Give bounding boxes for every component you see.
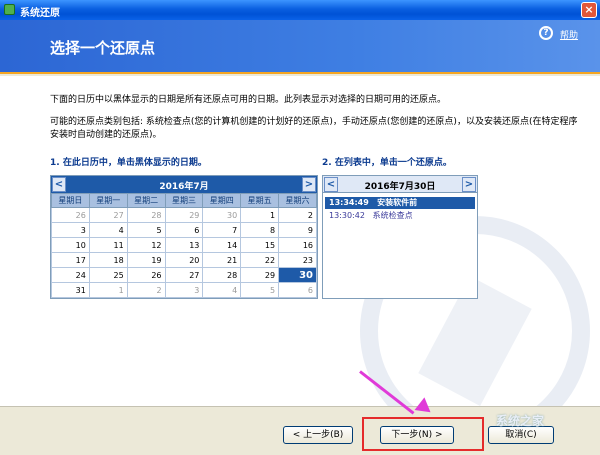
calendar-day[interactable]: 27: [88, 207, 128, 223]
restore-point-time: 13:34:49: [329, 198, 369, 207]
step1-label: 1. 在此日历中，单击黑体显示的日期。: [50, 158, 207, 168]
calendar-day[interactable]: 6: [278, 282, 317, 298]
calendar-day[interactable]: 8: [240, 222, 280, 238]
calendar-week: 24 25 26 27 28 29 30: [51, 267, 317, 283]
restore-list-date: 2016年7月30日: [364, 182, 436, 192]
restore-point-name: 系统检查点: [372, 211, 413, 220]
calendar-day[interactable]: 7: [202, 222, 242, 238]
page-title: 选择一个还原点: [50, 39, 156, 57]
calendar-day[interactable]: 26: [126, 267, 166, 283]
restore-list-header: < 2016年7月30日 >: [323, 176, 477, 193]
calendar-day[interactable]: 26: [51, 207, 90, 223]
system-restore-icon: [4, 4, 15, 15]
calendar-day[interactable]: 4: [202, 282, 242, 298]
calendar-day[interactable]: 5: [126, 222, 166, 238]
header-banner: 选择一个还原点 ? 帮助: [0, 20, 600, 74]
calendar-next-button[interactable]: >: [302, 177, 316, 192]
calendar-week: 26 27 28 29 30 1 2: [51, 207, 317, 223]
calendar-day[interactable]: 1: [88, 282, 128, 298]
weekday-sunday: 星期日: [51, 193, 90, 208]
calendar-day[interactable]: 1: [240, 207, 280, 223]
calendar-week: 17 18 19 20 21 22 23: [51, 252, 317, 268]
calendar-day[interactable]: 17: [51, 252, 90, 268]
calendar-day[interactable]: 4: [88, 222, 128, 238]
calendar-day-selected[interactable]: 30: [278, 267, 317, 283]
calendar-header: < 2016年7月 >: [51, 176, 317, 193]
main-content: 下面的日历中以黑体显示的日期是所有还原点可用的日期。此列表显示对选择的日期可用的…: [0, 76, 600, 406]
restore-point-item[interactable]: 13:34:49 安装软件前: [325, 197, 475, 209]
back-button[interactable]: < 上一步(B): [283, 426, 353, 444]
calendar-month-label: 2016年7月: [159, 182, 209, 192]
date-calendar: < 2016年7月 > 星期日 星期一 星期二 星期三 星期四 星期五 星期六 …: [50, 175, 318, 299]
calendar-day[interactable]: 28: [202, 267, 242, 283]
calendar-day[interactable]: 20: [164, 252, 204, 268]
intro-text: 下面的日历中以黑体显示的日期是所有还原点可用的日期。此列表显示对选择的日期可用的…: [50, 95, 447, 105]
weekday-monday: 星期一: [88, 193, 128, 208]
calendar-day[interactable]: 9: [278, 222, 317, 238]
calendar-day[interactable]: 15: [240, 237, 280, 253]
calendar-day[interactable]: 16: [278, 237, 317, 253]
calendar-week: 3 4 5 6 7 8 9: [51, 222, 317, 238]
restore-point-name: 安装软件前: [377, 198, 418, 207]
calendar-day[interactable]: 2: [126, 282, 166, 298]
step2-label: 2. 在列表中，单击一个还原点。: [322, 158, 452, 168]
calendar-day[interactable]: 29: [164, 207, 204, 223]
site-watermark: 系统之家: [496, 414, 545, 428]
calendar-day[interactable]: 24: [51, 267, 90, 283]
window-title: 系统还原: [20, 8, 60, 19]
calendar-day[interactable]: 13: [164, 237, 204, 253]
calendar-day[interactable]: 14: [202, 237, 242, 253]
restore-point-item[interactable]: 13:30:42 系统检查点: [325, 210, 475, 222]
calendar-day[interactable]: 21: [202, 252, 242, 268]
calendar-day[interactable]: 19: [126, 252, 166, 268]
calendar-day[interactable]: 18: [88, 252, 128, 268]
weekday-wednesday: 星期三: [164, 193, 204, 208]
calendar-day[interactable]: 29: [240, 267, 280, 283]
calendar-day[interactable]: 31: [51, 282, 90, 298]
help-icon[interactable]: ?: [539, 26, 553, 40]
calendar-day[interactable]: 12: [126, 237, 166, 253]
restore-list-next-button[interactable]: >: [462, 177, 476, 192]
category-text: 可能的还原点类别包括: 系统检查点(您的计算机创建的计划好的还原点)，手动还原点…: [50, 117, 578, 140]
calendar-day[interactable]: 27: [164, 267, 204, 283]
calendar-grid: 星期日 星期一 星期二 星期三 星期四 星期五 星期六 26 27 28 29 …: [51, 193, 317, 298]
calendar-day[interactable]: 22: [240, 252, 280, 268]
calendar-week: 10 11 12 13 14 15 16: [51, 237, 317, 253]
calendar-day[interactable]: 23: [278, 252, 317, 268]
calendar-day[interactable]: 6: [164, 222, 204, 238]
calendar-prev-button[interactable]: <: [52, 177, 66, 192]
calendar-day[interactable]: 2: [278, 207, 317, 223]
highlight-box: [362, 417, 484, 451]
weekday-thursday: 星期四: [202, 193, 242, 208]
calendar-day[interactable]: 3: [164, 282, 204, 298]
calendar-day[interactable]: 11: [88, 237, 128, 253]
weekday-friday: 星期五: [240, 193, 280, 208]
calendar-day[interactable]: 28: [126, 207, 166, 223]
calendar-day[interactable]: 25: [88, 267, 128, 283]
help-link[interactable]: 帮助: [560, 28, 578, 41]
title-bar: 系统还原 ×: [0, 0, 600, 20]
restore-point-time: 13:30:42: [329, 211, 365, 220]
calendar-day[interactable]: 10: [51, 237, 90, 253]
calendar-week: 31 1 2 3 4 5 6: [51, 282, 317, 298]
restore-list-prev-button[interactable]: <: [324, 177, 338, 192]
calendar-day[interactable]: 5: [240, 282, 280, 298]
close-button[interactable]: ×: [581, 2, 597, 18]
weekday-saturday: 星期六: [278, 193, 317, 208]
restore-point-list: < 2016年7月30日 > 13:34:49 安装软件前 13:30:42 系…: [322, 175, 478, 299]
weekday-tuesday: 星期二: [126, 193, 166, 208]
calendar-day[interactable]: 30: [202, 207, 242, 223]
calendar-day[interactable]: 3: [51, 222, 90, 238]
